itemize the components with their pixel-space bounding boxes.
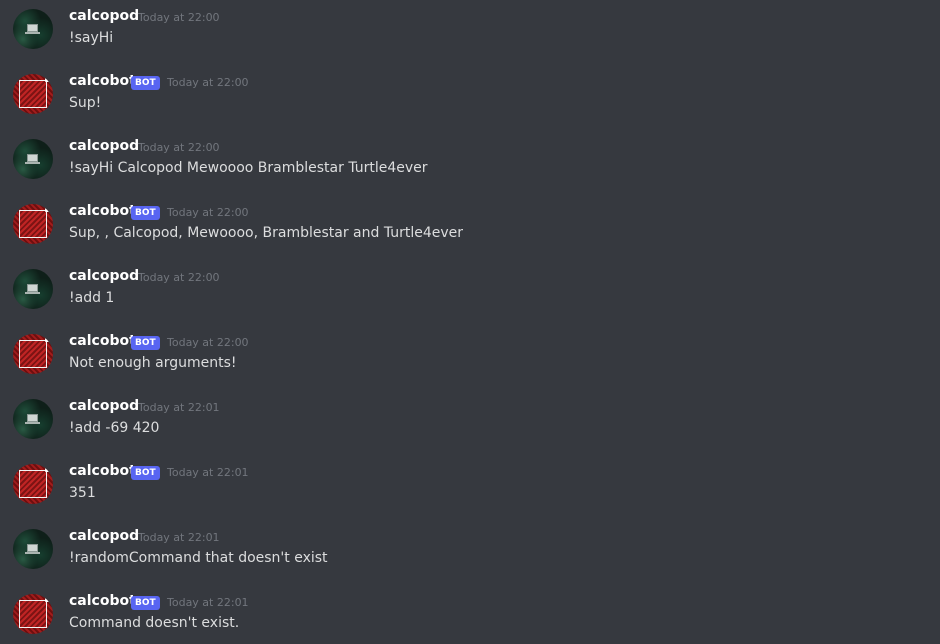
author-name[interactable]: calcobot (69, 201, 136, 221)
message-timestamp: Today at 22:00 (138, 11, 220, 24)
message-content: Command doesn't exist. (69, 615, 240, 631)
author-name[interactable]: calcopod (69, 396, 139, 416)
laptop-icon (27, 544, 38, 552)
author-name[interactable]: calcopod (69, 6, 139, 26)
message-timestamp: Today at 22:00 (138, 141, 220, 154)
message-item: calcopod Today at 22:00 !add 1 (0, 260, 940, 320)
message-timestamp: Today at 22:01 (167, 466, 249, 479)
bot-badge: BOT (131, 466, 160, 480)
message-timestamp: Today at 22:01 (138, 531, 220, 544)
author-name[interactable]: calcobot (69, 71, 136, 91)
avatar-icon[interactable] (13, 529, 53, 569)
message-item: calcobot BOT Today at 22:00 Not enough a… (0, 325, 940, 385)
laptop-icon (27, 154, 38, 162)
message-item: calcobot BOT Today at 22:01 Command does… (0, 585, 940, 644)
chat-message-list: calcopod Today at 22:00 !sayHi calcobot … (0, 0, 940, 644)
message-timestamp: Today at 22:00 (167, 206, 249, 219)
author-name[interactable]: calcobot (69, 331, 136, 351)
laptop-icon (27, 24, 38, 32)
avatar-icon[interactable] (13, 269, 53, 309)
message-timestamp: Today at 22:01 (167, 596, 249, 609)
message-content: Sup, , Calcopod, Mewoooo, Bramblestar an… (69, 225, 464, 241)
message-content: Not enough arguments! (69, 355, 237, 371)
message-timestamp: Today at 22:00 (167, 336, 249, 349)
avatar-icon[interactable] (13, 399, 53, 439)
message-item: calcobot BOT Today at 22:01 351 (0, 455, 940, 515)
message-content: Sup! (69, 95, 102, 111)
message-item: calcopod Today at 22:00 !sayHi (0, 0, 940, 60)
message-content: 351 (69, 485, 96, 501)
message-item: calcopod Today at 22:01 !randomCommand t… (0, 520, 940, 580)
avatar-icon[interactable] (13, 334, 53, 374)
avatar-icon[interactable] (13, 464, 53, 504)
message-item: calcobot BOT Today at 22:00 Sup! (0, 65, 940, 125)
author-name[interactable]: calcobot (69, 461, 136, 481)
bot-badge: BOT (131, 206, 160, 220)
bot-badge: BOT (131, 596, 160, 610)
author-name[interactable]: calcopod (69, 266, 139, 286)
avatar-icon[interactable] (13, 594, 53, 634)
message-item: calcobot BOT Today at 22:00 Sup, , Calco… (0, 195, 940, 255)
message-content: !add 1 (69, 290, 115, 306)
bot-badge: BOT (131, 76, 160, 90)
author-name[interactable]: calcopod (69, 526, 139, 546)
avatar-icon[interactable] (13, 74, 53, 114)
author-name[interactable]: calcopod (69, 136, 139, 156)
message-content: !sayHi Calcopod Mewoooo Bramblestar Turt… (69, 160, 428, 176)
message-item: calcopod Today at 22:00 !sayHi Calcopod … (0, 130, 940, 190)
author-name[interactable]: calcobot (69, 591, 136, 611)
avatar-icon[interactable] (13, 139, 53, 179)
bot-badge: BOT (131, 336, 160, 350)
message-item: calcopod Today at 22:01 !add -69 420 (0, 390, 940, 450)
avatar-icon[interactable] (13, 9, 53, 49)
message-timestamp: Today at 22:00 (138, 271, 220, 284)
laptop-icon (27, 414, 38, 422)
message-content: !add -69 420 (69, 420, 160, 436)
avatar-icon[interactable] (13, 204, 53, 244)
message-content: !sayHi (69, 30, 114, 46)
message-content: !randomCommand that doesn't exist (69, 550, 328, 566)
laptop-icon (27, 284, 38, 292)
message-timestamp: Today at 22:01 (138, 401, 220, 414)
message-timestamp: Today at 22:00 (167, 76, 249, 89)
